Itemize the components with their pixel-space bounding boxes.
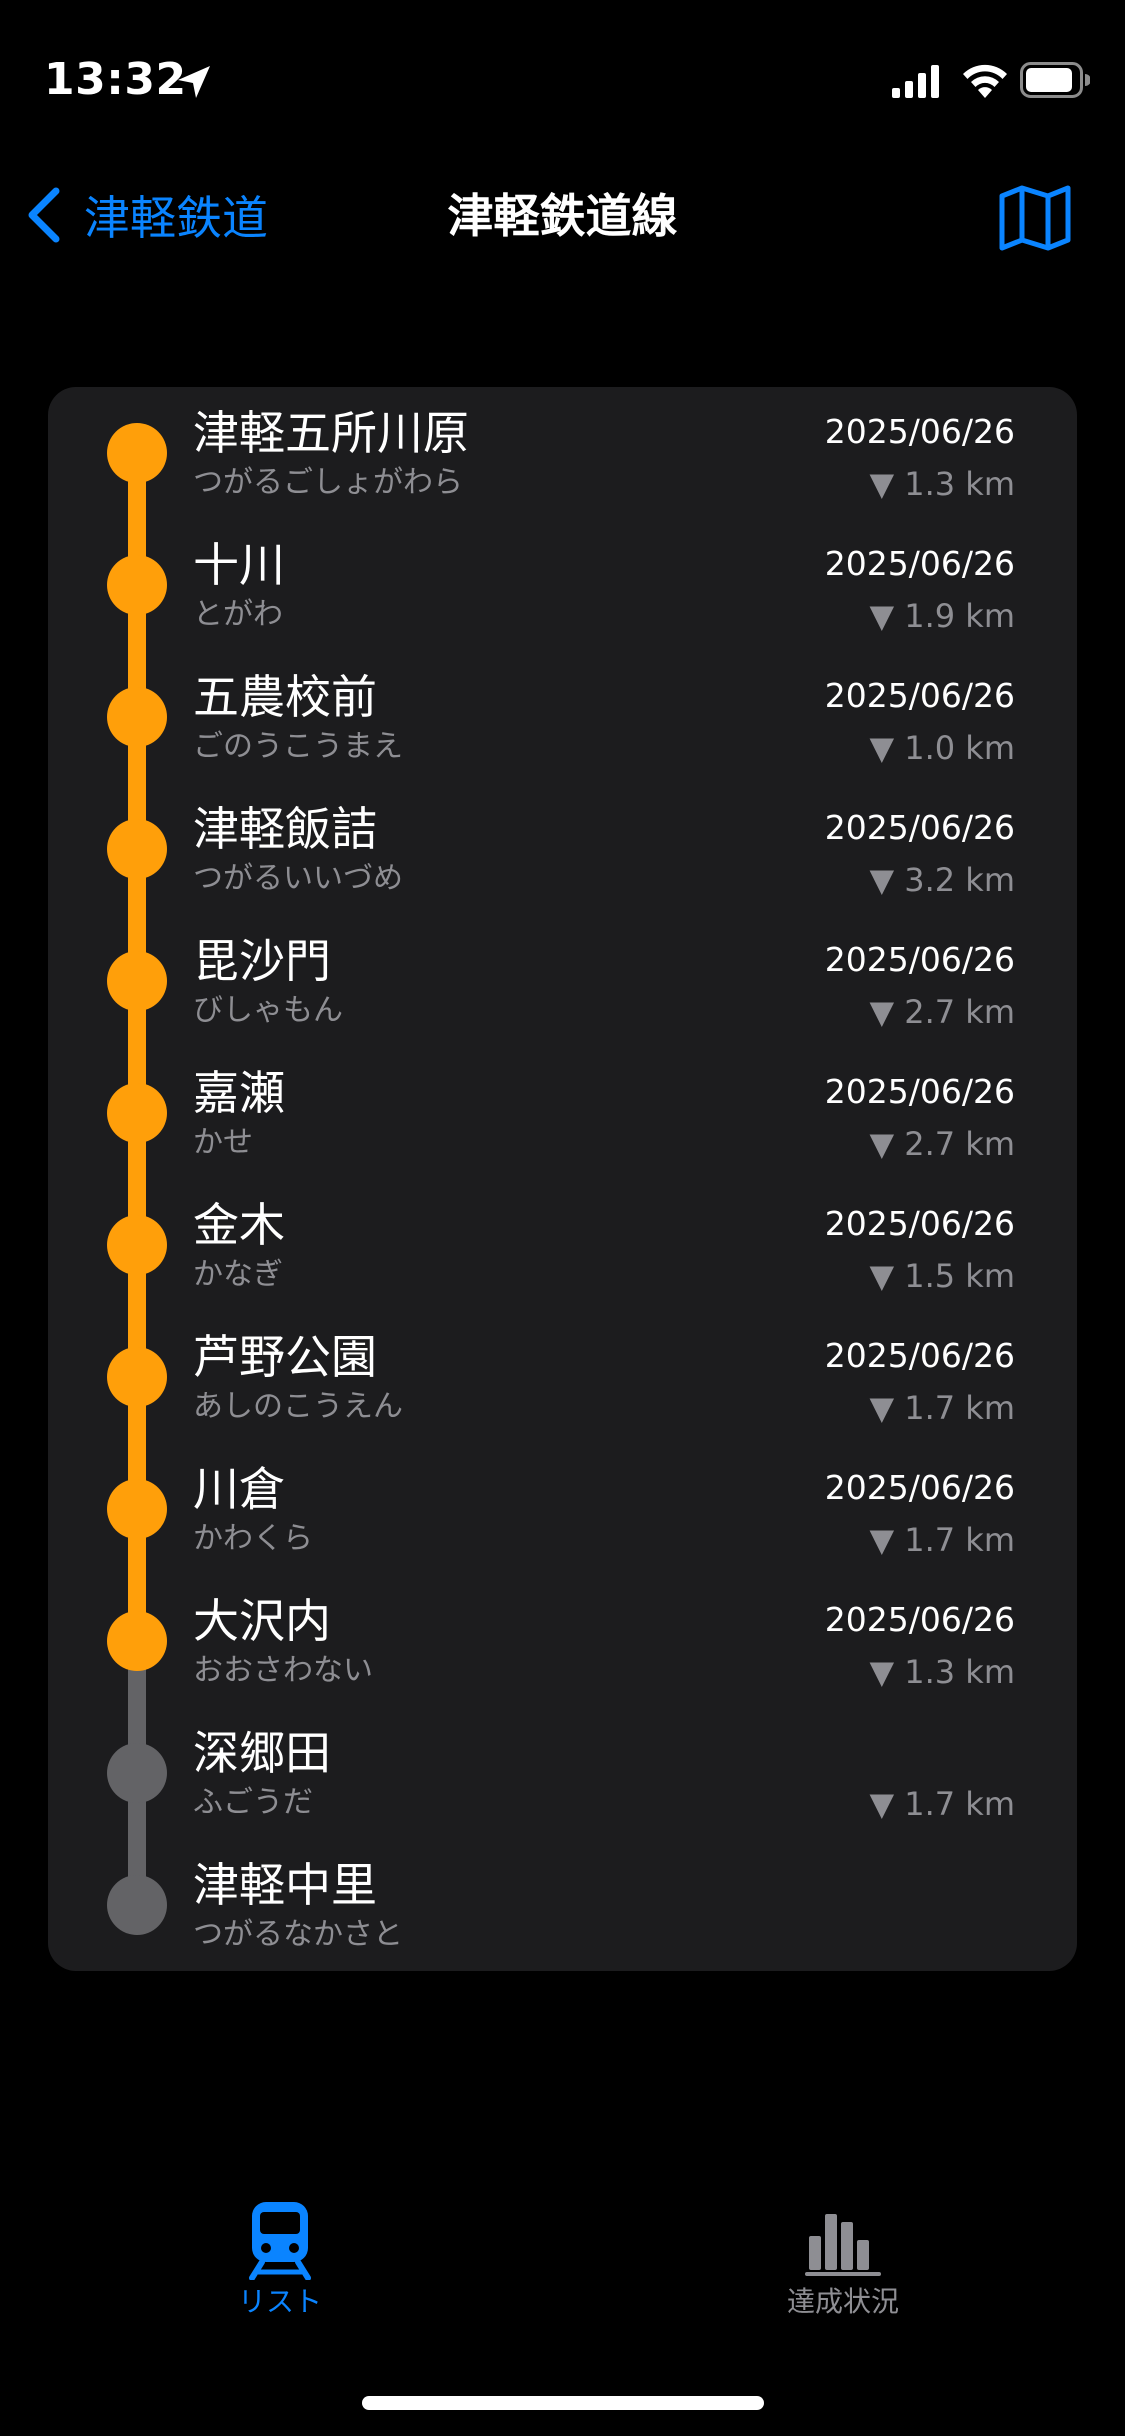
station-name: 川倉 — [193, 1462, 285, 1516]
station-date: 2025/06/26 — [824, 808, 1015, 847]
battery-icon — [1020, 62, 1090, 98]
station-distance: ▼ 1.7 km — [869, 1521, 1015, 1559]
station-name: 津軽五所川原 — [193, 406, 469, 460]
station-kana: おおさわない — [193, 1653, 373, 1688]
station-distance: ▼ 1.3 km — [869, 465, 1015, 503]
bar-chart-icon — [805, 2214, 881, 2276]
tab-list-label: リスト — [237, 2285, 322, 2318]
station-row[interactable]: 五農校前ごのうこうまえ 2025/06/26 ▼ 1.0 km — [48, 651, 1077, 783]
station-date: 2025/06/26 — [824, 412, 1015, 451]
wifi-icon — [963, 64, 1007, 98]
station-kana: つがるごしょがわら — [193, 465, 463, 500]
station-name: 深郷田 — [193, 1726, 331, 1780]
station-date: 2025/06/26 — [824, 1072, 1015, 1111]
station-kana: ごのうこうまえ — [193, 729, 403, 764]
station-distance: ▼ 1.7 km — [869, 1785, 1015, 1823]
station-distance: ▼ 1.3 km — [869, 1653, 1015, 1691]
station-kana: かなぎ — [193, 1257, 283, 1292]
status-time: 13:32 — [44, 54, 187, 105]
station-kana: あしのこうえん — [193, 1389, 403, 1424]
station-name: 金木 — [193, 1198, 285, 1252]
station-kana: つがるなかさと — [193, 1917, 403, 1952]
home-indicator — [362, 2396, 764, 2410]
station-row[interactable]: 金木かなぎ 2025/06/26 ▼ 1.5 km — [48, 1179, 1077, 1311]
station-row[interactable]: 芦野公園あしのこうえん 2025/06/26 ▼ 1.7 km — [48, 1311, 1077, 1443]
station-date: 2025/06/26 — [824, 1204, 1015, 1243]
station-distance: ▼ 1.7 km — [869, 1389, 1015, 1427]
station-name: 津軽中里 — [193, 1858, 377, 1912]
station-row[interactable]: 川倉かわくら 2025/06/26 ▼ 1.7 km — [48, 1443, 1077, 1575]
station-row[interactable]: 深郷田ふごうだ ▼ 1.7 km — [48, 1707, 1077, 1839]
cellular-signal-icon — [892, 65, 939, 98]
station-row[interactable]: 大沢内おおさわない 2025/06/26 ▼ 1.3 km — [48, 1575, 1077, 1707]
station-distance: ▼ 1.9 km — [869, 597, 1015, 635]
status-bar: 13:32 — [0, 0, 1125, 150]
train-icon — [249, 2202, 311, 2280]
station-kana: かわくら — [193, 1521, 313, 1556]
station-date: 2025/06/26 — [824, 544, 1015, 583]
station-date: 2025/06/26 — [824, 1600, 1015, 1639]
station-distance: ▼ 2.7 km — [869, 1125, 1015, 1163]
station-name: 大沢内 — [193, 1594, 331, 1648]
station-name: 津軽飯詰 — [193, 802, 377, 856]
station-kana: ふごうだ — [193, 1785, 313, 1820]
tab-progress-label: 達成状況 — [786, 2285, 899, 2318]
station-name: 五農校前 — [193, 670, 377, 724]
tab-progress[interactable]: 達成状況 — [693, 2180, 993, 2330]
station-kana: かせ — [193, 1125, 253, 1160]
station-list-card: 津軽五所川原つがるごしょがわら 2025/06/26 ▼ 1.3 km 十川とがわ 20… — [48, 387, 1077, 1971]
station-kana: つがるいいづめ — [193, 861, 403, 896]
station-row[interactable]: 津軽中里つがるなかさと — [48, 1839, 1077, 1971]
station-distance: ▼ 1.5 km — [869, 1257, 1015, 1295]
navigation-bar: 津軽鉄道 津軽鉄道線 — [0, 150, 1125, 280]
station-kana: びしゃもん — [193, 993, 343, 1028]
station-distance: ▼ 2.7 km — [869, 993, 1015, 1031]
tab-bar: リスト 達成状況 — [0, 2180, 1125, 2340]
station-row[interactable]: 毘沙門びしゃもん 2025/06/26 ▼ 2.7 km — [48, 915, 1077, 1047]
station-distance: ▼ 1.0 km — [869, 729, 1015, 767]
station-row[interactable]: 十川とがわ 2025/06/26 ▼ 1.9 km — [48, 519, 1077, 651]
station-kana: とがわ — [193, 597, 283, 632]
station-date: 2025/06/26 — [824, 1336, 1015, 1375]
station-date: 2025/06/26 — [824, 940, 1015, 979]
map-icon[interactable] — [998, 182, 1072, 252]
station-name: 芦野公園 — [193, 1330, 377, 1384]
page-title: 津軽鉄道線 — [447, 189, 678, 243]
station-distance: ▼ 3.2 km — [869, 861, 1015, 899]
station-row[interactable]: 津軽五所川原つがるごしょがわら 2025/06/26 ▼ 1.3 km — [48, 387, 1077, 519]
station-date: 2025/06/26 — [824, 1468, 1015, 1507]
station-row[interactable]: 嘉瀬かせ 2025/06/26 ▼ 2.7 km — [48, 1047, 1077, 1179]
tab-list[interactable]: リスト — [130, 2180, 430, 2330]
station-date: 2025/06/26 — [824, 676, 1015, 715]
station-name: 毘沙門 — [193, 934, 331, 988]
location-arrow-icon — [178, 66, 210, 98]
station-name: 嘉瀬 — [193, 1066, 285, 1120]
station-name: 十川 — [193, 538, 285, 592]
station-row[interactable]: 津軽飯詰つがるいいづめ 2025/06/26 ▼ 3.2 km — [48, 783, 1077, 915]
